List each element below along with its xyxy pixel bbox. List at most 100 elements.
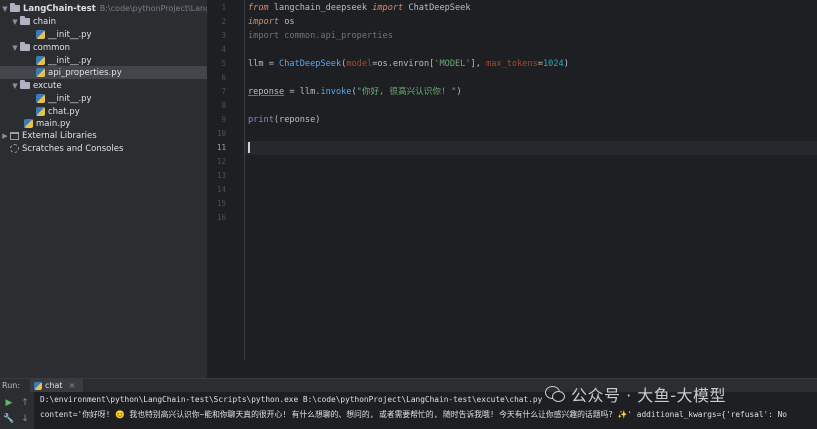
expr: (reponse)	[273, 115, 321, 125]
text-caret	[248, 142, 250, 153]
tree-scratches[interactable]: Scratches and Consoles	[0, 142, 123, 155]
line-number: 12	[216, 157, 226, 166]
python-file-icon	[24, 119, 33, 128]
chevron-down-icon[interactable]: ▼	[10, 44, 20, 52]
code-line-3[interactable]: import common.api_properties	[248, 29, 393, 43]
tree-file-selected[interactable]: api_properties.py	[0, 66, 207, 79]
python-file-icon	[36, 68, 45, 77]
wrench-icon[interactable]: 🔧	[2, 412, 16, 426]
folder-icon	[20, 42, 30, 51]
tree-label: excute	[33, 80, 62, 91]
chevron-down-icon[interactable]: ▼	[10, 18, 20, 26]
python-file-icon	[36, 30, 45, 39]
code-line-1[interactable]: from langchain_deepseek import ChatDeepS…	[248, 1, 471, 15]
close-icon[interactable]: ×	[69, 381, 76, 390]
rerun-icon[interactable]: ▶	[2, 396, 16, 410]
import-name: ChatDeepSeek	[403, 3, 471, 13]
expr: = llm.	[284, 87, 321, 97]
current-line-highlight	[245, 141, 817, 155]
line-number: 14	[216, 185, 226, 194]
python-file-icon	[34, 381, 43, 390]
arrow-up-icon[interactable]: ↑	[18, 396, 32, 410]
tree-label: chat.py	[48, 106, 80, 117]
line-number: 8	[221, 101, 226, 110]
line-number: 13	[216, 171, 226, 180]
keyword: import	[248, 17, 280, 27]
tree-label: Scratches and Consoles	[22, 143, 124, 154]
code-line-5[interactable]: llm = ChatDeepSeek(model=os.environ['MOD…	[248, 57, 569, 71]
param: max_tokens	[486, 59, 538, 69]
builtin-function: print	[248, 115, 274, 125]
tree-folder-chain[interactable]: ▼ chain	[0, 15, 56, 28]
code-line-9[interactable]: print(reponse)	[248, 113, 320, 127]
string-literal: "你好, 很高兴认识你! "	[356, 87, 457, 97]
tree-file[interactable]: __init__.py	[0, 92, 92, 105]
code-line-2[interactable]: import os	[248, 15, 295, 29]
folder-icon	[10, 3, 20, 12]
python-file-icon	[36, 94, 45, 103]
folder-icon	[20, 80, 30, 89]
root-name: LangChain-test	[23, 3, 96, 14]
tree-label: api_properties.py	[48, 67, 122, 78]
code-line-7[interactable]: reponse = llm.invoke("你好, 很高兴认识你! ")	[248, 85, 462, 99]
arrow-down-icon[interactable]: ↓	[18, 412, 32, 426]
chevron-right-icon[interactable]: ▶	[0, 132, 10, 140]
wechat-icon	[545, 386, 565, 402]
python-file-icon	[36, 107, 45, 116]
tree-folder-common[interactable]: ▼ common	[0, 41, 70, 54]
line-number: 16	[216, 213, 226, 222]
param: model	[346, 59, 373, 69]
tree-label: chain	[33, 16, 57, 27]
expr: =os.environ[	[372, 59, 435, 69]
line-number: 1	[221, 3, 226, 12]
folder-icon	[20, 16, 30, 25]
library-icon	[10, 131, 19, 140]
line-number: 3	[221, 31, 226, 40]
run-toolbar: ▶ ↑ 🔧 ↓	[0, 392, 34, 429]
variable: reponse	[248, 87, 285, 97]
line-number: 2	[221, 17, 226, 26]
scratches-icon	[10, 144, 19, 153]
line-number-current: 11	[216, 143, 226, 152]
keyword: from	[248, 3, 269, 13]
chevron-down-icon[interactable]: ▼	[10, 82, 20, 90]
punct: )	[456, 87, 462, 97]
line-number: 7	[221, 87, 226, 96]
tree-folder-excute[interactable]: ▼ excute	[0, 79, 62, 92]
punct: ],	[470, 59, 487, 69]
watermark: 公众号 · 大鱼-大模型	[545, 382, 726, 406]
line-number: 5	[221, 59, 226, 68]
tree-label: External Libraries	[22, 130, 97, 141]
run-tab-label: chat	[45, 381, 63, 390]
tree-external-libraries[interactable]: ▶ External Libraries	[0, 129, 97, 142]
tree-label: __init__.py	[48, 55, 92, 66]
tree-file[interactable]: __init__.py	[0, 28, 92, 41]
class-name: ChatDeepSeek	[279, 59, 342, 69]
tree-label: __init__.py	[48, 29, 92, 40]
method-name: invoke	[320, 87, 352, 97]
tree-label: __init__.py	[48, 93, 92, 104]
punct: )	[563, 59, 569, 69]
project-tool-window: ▼ LangChain-test B:\code\pythonProject\L…	[0, 0, 251, 378]
tree-label: main.py	[36, 118, 71, 129]
chevron-down-icon[interactable]: ▼	[0, 5, 10, 13]
python-file-icon	[36, 56, 45, 65]
line-number: 6	[221, 73, 226, 82]
console-output-line: content='你好呀! 😊 我也特别高兴认识你~能和你聊天真的很开心! 有什…	[40, 410, 787, 419]
keyword: import	[372, 3, 404, 13]
line-number: 4	[221, 45, 226, 54]
number-literal: 1024	[542, 59, 564, 69]
code-editor[interactable]: from langchain_deepseek import ChatDeepS…	[245, 0, 817, 360]
line-number: 15	[216, 199, 226, 208]
module-name: langchain_deepseek	[268, 3, 373, 13]
line-number-gutter[interactable]: 1 2 3 4 5 6 7 8 9 10 11 12 13 14 15 16	[207, 0, 245, 360]
import-name: os	[279, 17, 295, 27]
run-label: Run:	[2, 381, 21, 390]
line-number: 9	[221, 115, 226, 124]
run-tab-chat[interactable]: chat ×	[30, 378, 84, 393]
variable: llm =	[248, 59, 280, 69]
tree-label: common	[33, 42, 71, 53]
editor-bottom-area	[207, 360, 817, 378]
watermark-text: 公众号 · 大鱼-大模型	[571, 386, 727, 405]
console-command-line: D:\environment\python\LangChain-test\Scr…	[40, 395, 543, 404]
